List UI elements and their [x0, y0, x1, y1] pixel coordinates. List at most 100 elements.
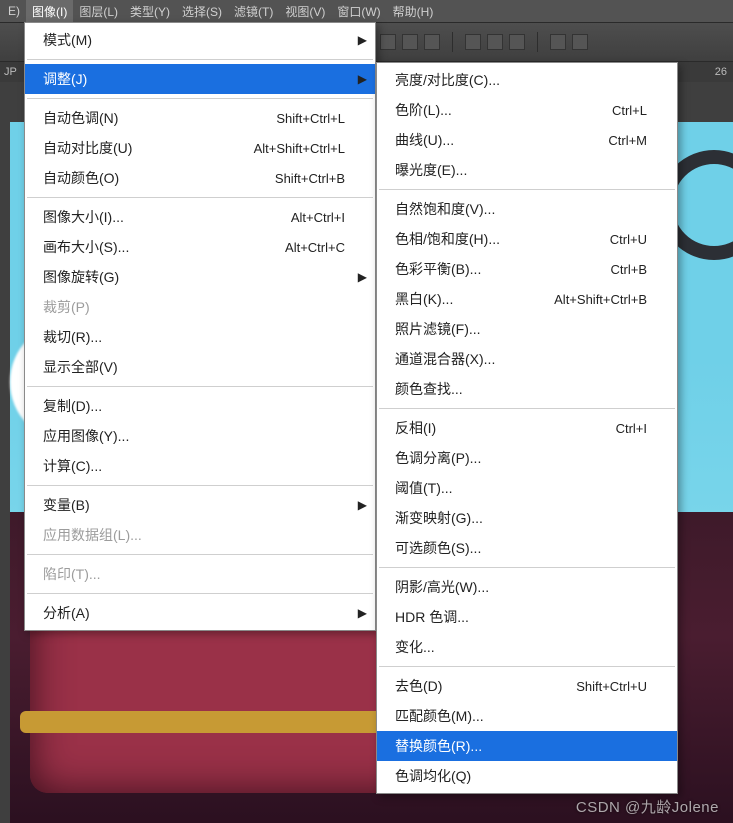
menu-item-label: 通道混合器(X)...	[395, 349, 647, 369]
distribute-icon[interactable]	[509, 34, 525, 50]
menubar-item[interactable]: 窗口(W)	[331, 0, 386, 23]
menu-image-item[interactable]: 显示全部(V)	[25, 352, 375, 382]
menu-item-label: 可选颜色(S)...	[395, 538, 647, 558]
menubar-item[interactable]: 帮助(H)	[387, 0, 440, 23]
menu-item-label: 色调均化(Q)	[395, 766, 647, 786]
menu-item-shortcut: Alt+Ctrl+I	[291, 210, 345, 225]
menu-image-item[interactable]: 自动对比度(U)Alt+Shift+Ctrl+L	[25, 133, 375, 163]
menu-adjust-item[interactable]: 色相/饱和度(H)...Ctrl+U	[377, 224, 677, 254]
menu-image-item[interactable]: 调整(J) ▶	[25, 64, 375, 94]
menu-image-item[interactable]: 计算(C)...	[25, 451, 375, 481]
menu-item-shortcut: Ctrl+L	[612, 103, 647, 118]
chevron-right-icon: ▶	[358, 270, 367, 284]
menubar-item[interactable]: 滤镜(T)	[228, 0, 279, 23]
menu-image-item[interactable]: 图像大小(I)...Alt+Ctrl+I	[25, 202, 375, 232]
menu-adjust-item[interactable]: 去色(D)Shift+Ctrl+U	[377, 671, 677, 701]
menu-adjust-item[interactable]: 替换颜色(R)...	[377, 731, 677, 761]
menu-item-label: 变化...	[395, 637, 647, 657]
menu-item-label: 调整(J)	[43, 69, 345, 89]
menu-separator	[379, 567, 675, 568]
menu-item-label: 裁剪(P)	[43, 297, 345, 317]
menu-item-label: 陷印(T)...	[43, 564, 345, 584]
align-right-icon[interactable]	[424, 34, 440, 50]
menu-adjust-item[interactable]: 可选颜色(S)...	[377, 533, 677, 563]
value-readout: 26	[715, 66, 727, 78]
menu-item-label: 自然饱和度(V)...	[395, 199, 647, 219]
menu-adjust-item[interactable]: 色彩平衡(B)...Ctrl+B	[377, 254, 677, 284]
menu-item-shortcut: Alt+Shift+Ctrl+L	[254, 141, 345, 156]
menubar-item[interactable]: E)	[2, 1, 26, 21]
menu-adjust-item[interactable]: 曲线(U)...Ctrl+M	[377, 125, 677, 155]
menubar-item[interactable]: 图层(L)	[73, 0, 124, 23]
menu-item-label: 应用数据组(L)...	[43, 525, 345, 545]
menu-separator	[27, 386, 373, 387]
menu-image-item[interactable]: 自动色调(N)Shift+Ctrl+L	[25, 103, 375, 133]
menubar-item[interactable]: 视图(V)	[279, 0, 331, 23]
menu-item-label: 裁切(R)...	[43, 327, 345, 347]
menu-image-dropdown: 模式(M)▶ 调整(J) ▶ 自动色调(N)Shift+Ctrl+L自动对比度(U)A…	[24, 22, 376, 631]
menu-separator	[379, 408, 675, 409]
menu-item-label: 替换颜色(R)...	[395, 736, 647, 756]
menu-image-item: 应用数据组(L)...	[25, 520, 375, 550]
menu-adjust-item[interactable]: 阴影/高光(W)...	[377, 572, 677, 602]
separator	[537, 32, 538, 52]
menu-item-label: 变量(B)	[43, 495, 345, 515]
menu-image-item[interactable]: 复制(D)...	[25, 391, 375, 421]
menu-item-label: 计算(C)...	[43, 456, 345, 476]
menubar-item[interactable]: 图像(I)	[26, 0, 73, 23]
menu-adjust-item[interactable]: 匹配颜色(M)...	[377, 701, 677, 731]
menu-adjust-item[interactable]: 色调分离(P)...	[377, 443, 677, 473]
menu-image-item[interactable]: 分析(A)▶	[25, 598, 375, 628]
menu-item-label: 图像旋转(G)	[43, 267, 345, 287]
menu-item-shortcut: Alt+Ctrl+C	[285, 240, 345, 255]
distribute-h-icon[interactable]	[465, 34, 481, 50]
distribute-v-icon[interactable]	[487, 34, 503, 50]
menu-adjust-item[interactable]: 曝光度(E)...	[377, 155, 677, 185]
menu-separator	[27, 554, 373, 555]
menu-item-label: 阈值(T)...	[395, 478, 647, 498]
menu-image-item: 裁剪(P)	[25, 292, 375, 322]
menu-adjust-item[interactable]: 阈值(T)...	[377, 473, 677, 503]
menu-item-label: 画布大小(S)...	[43, 237, 285, 257]
menu-separator	[27, 98, 373, 99]
menu-adjust-item[interactable]: 通道混合器(X)...	[377, 344, 677, 374]
menu-image-item[interactable]: 自动颜色(O)Shift+Ctrl+B	[25, 163, 375, 193]
chevron-right-icon: ▶	[358, 72, 367, 86]
more-options-icon[interactable]	[572, 34, 588, 50]
menu-item-shortcut: Shift+Ctrl+B	[275, 171, 345, 186]
more-options-icon[interactable]	[550, 34, 566, 50]
menu-adjust-item[interactable]: 变化...	[377, 632, 677, 662]
menu-adjust-item[interactable]: 亮度/对比度(C)...	[377, 65, 677, 95]
menu-image-item[interactable]: 裁切(R)...	[25, 322, 375, 352]
menu-image-item[interactable]: 图像旋转(G) ▶	[25, 262, 375, 292]
menu-item-shortcut: Shift+Ctrl+L	[276, 111, 345, 126]
align-center-icon[interactable]	[402, 34, 418, 50]
menu-adjust-item[interactable]: 照片滤镜(F)...	[377, 314, 677, 344]
menu-image-item[interactable]: 应用图像(Y)...	[25, 421, 375, 451]
menu-adjust-item[interactable]: 颜色查找...	[377, 374, 677, 404]
menu-item-label: 亮度/对比度(C)...	[395, 70, 647, 90]
menubar-item[interactable]: 类型(Y)	[124, 0, 176, 23]
menu-adjust-item[interactable]: 自然饱和度(V)...	[377, 194, 677, 224]
menu-image-item[interactable]: 模式(M)▶	[25, 25, 375, 55]
menu-separator	[27, 197, 373, 198]
menu-adjust-item[interactable]: 黑白(K)...Alt+Shift+Ctrl+B	[377, 284, 677, 314]
menu-image-item: 陷印(T)...	[25, 559, 375, 589]
menu-adjust-item[interactable]: 渐变映射(G)...	[377, 503, 677, 533]
chevron-right-icon: ▶	[358, 498, 367, 512]
menu-item-label: HDR 色调...	[395, 607, 647, 627]
align-left-icon[interactable]	[380, 34, 396, 50]
menu-item-label: 匹配颜色(M)...	[395, 706, 647, 726]
menu-item-label: 照片滤镜(F)...	[395, 319, 647, 339]
menu-adjust-item[interactable]: 色阶(L)...Ctrl+L	[377, 95, 677, 125]
menu-adjust-item[interactable]: HDR 色调...	[377, 602, 677, 632]
watermark-text: CSDN @九龄Jolene	[576, 796, 719, 817]
menu-adjust-item[interactable]: 反相(I)Ctrl+I	[377, 413, 677, 443]
menubar-item[interactable]: 选择(S)	[176, 0, 228, 23]
menu-item-label: 色阶(L)...	[395, 100, 612, 120]
menu-image-item[interactable]: 画布大小(S)...Alt+Ctrl+C	[25, 232, 375, 262]
menu-image-item[interactable]: 变量(B) ▶	[25, 490, 375, 520]
menu-adjust-item[interactable]: 色调均化(Q)	[377, 761, 677, 791]
menu-item-label: 黑白(K)...	[395, 289, 554, 309]
menu-item-label: 色彩平衡(B)...	[395, 259, 611, 279]
